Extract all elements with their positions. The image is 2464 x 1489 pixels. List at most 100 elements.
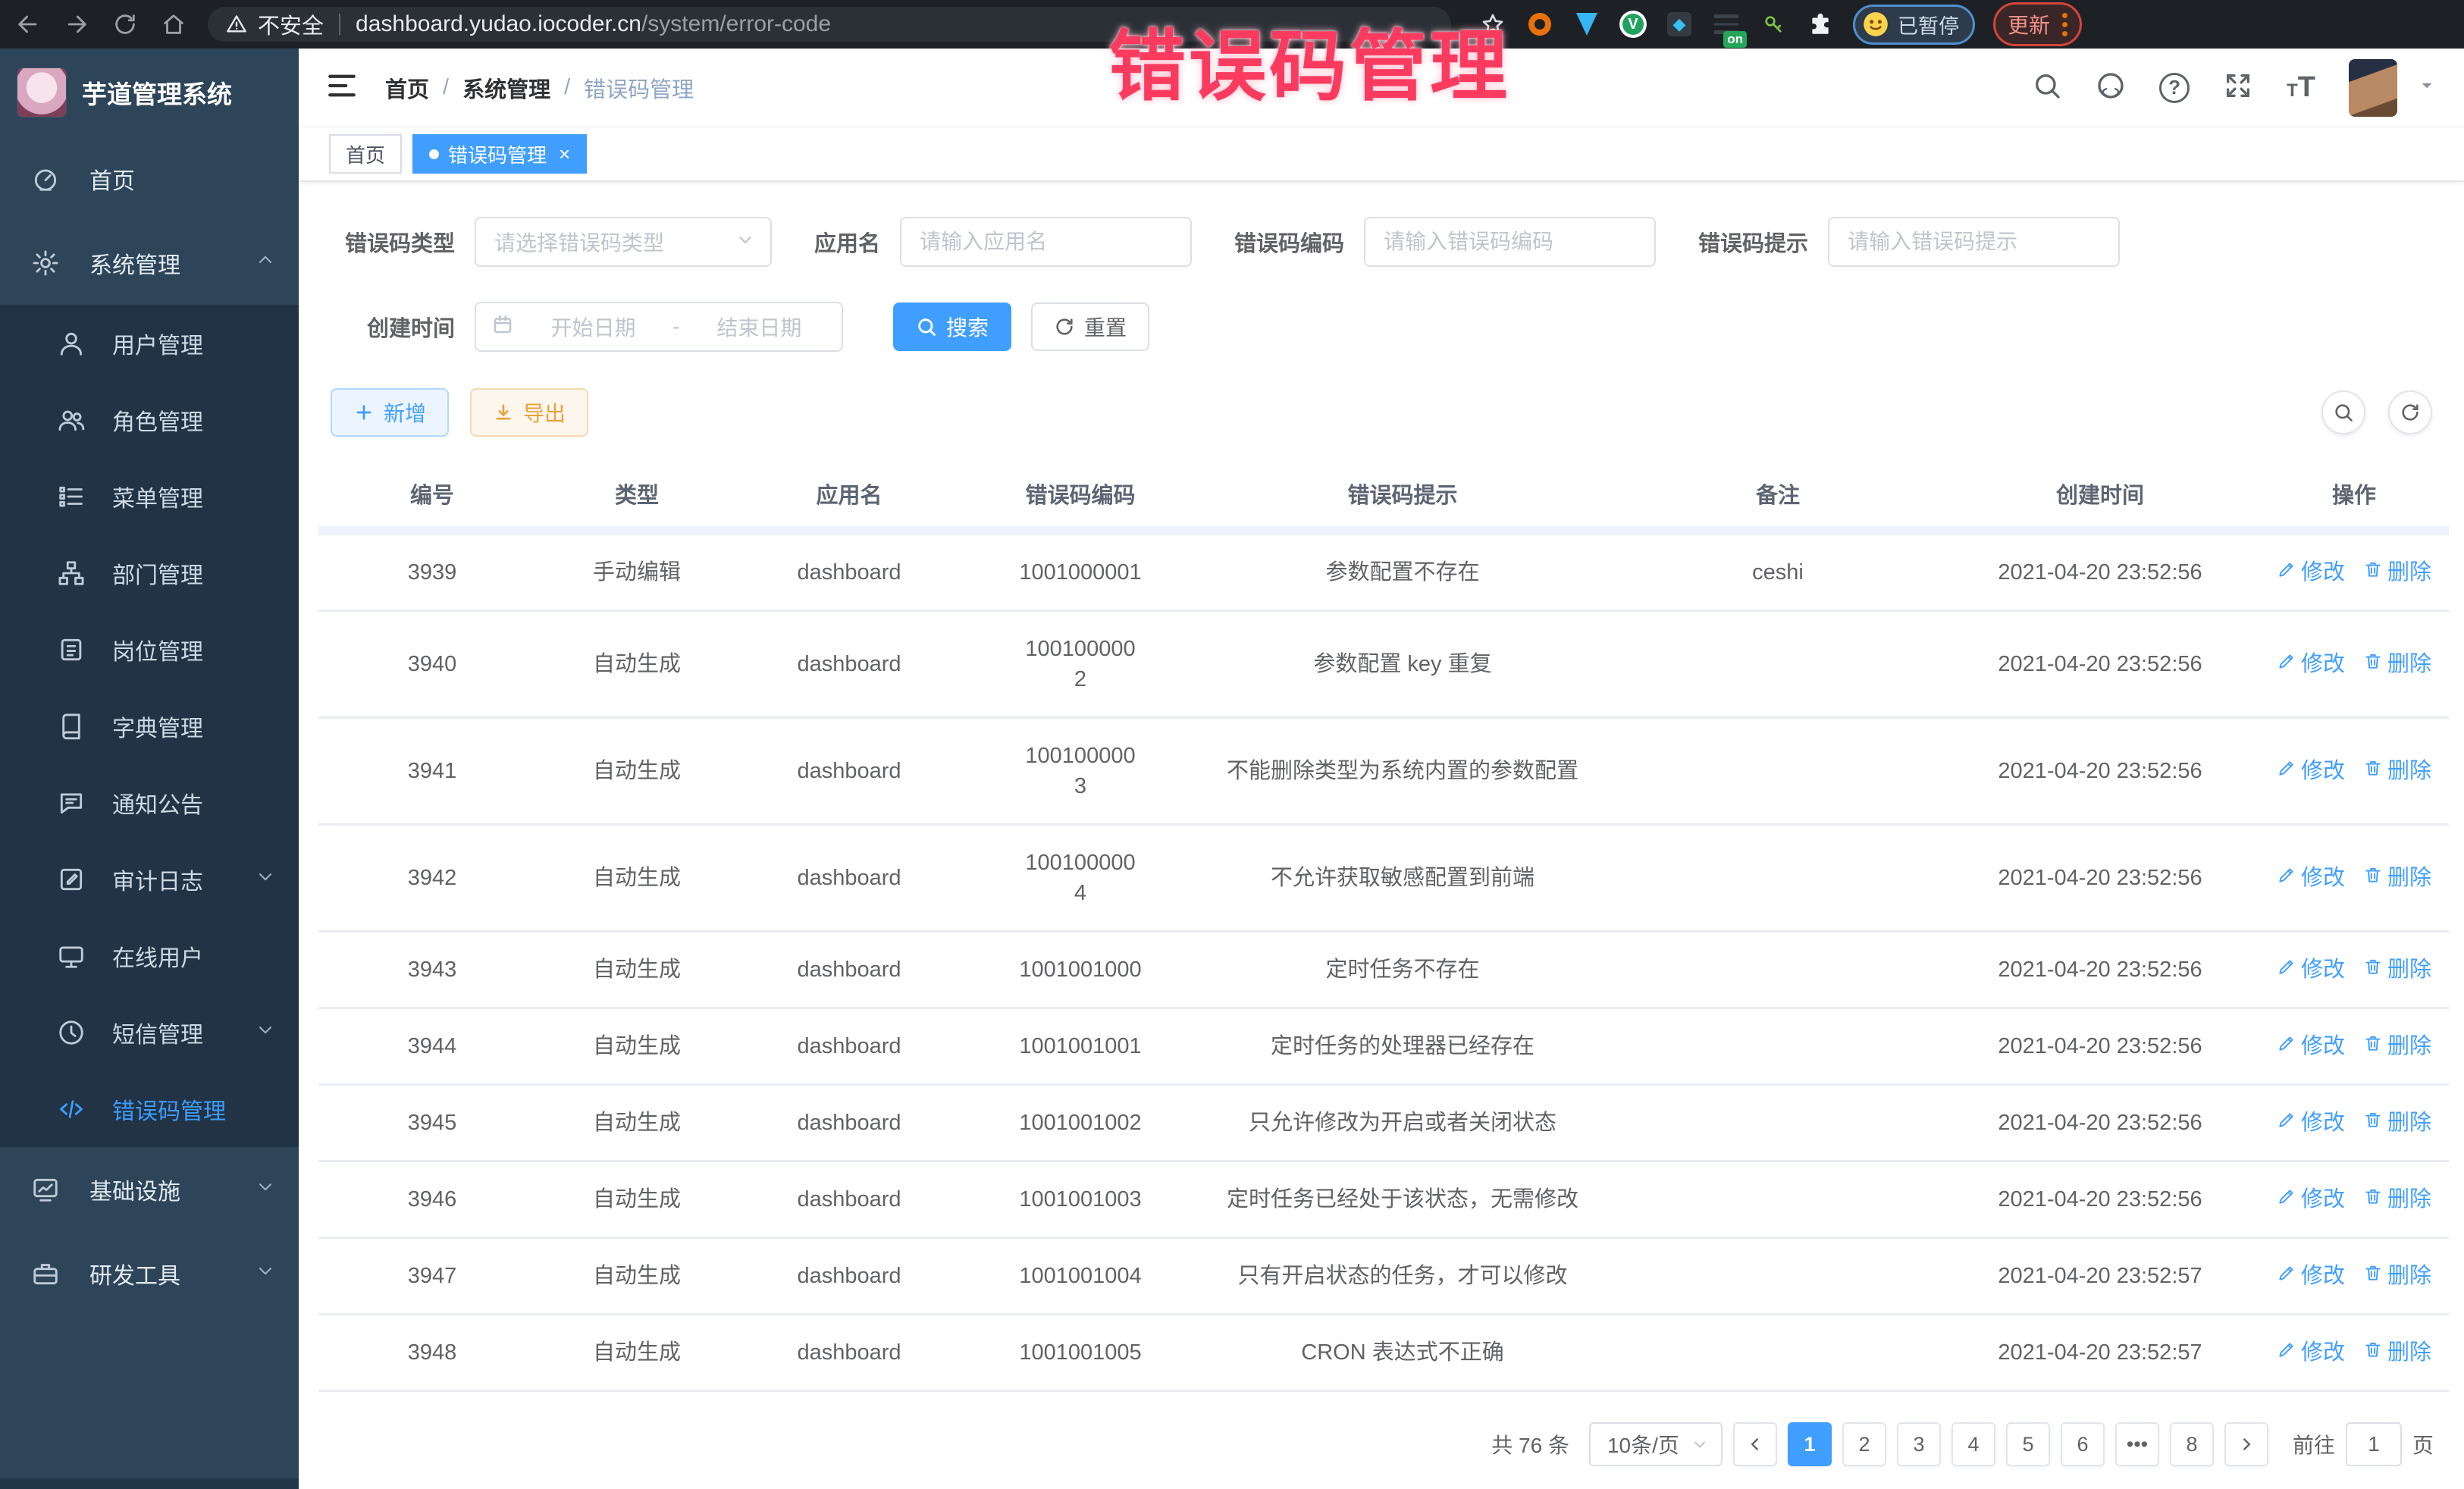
edit-link[interactable]: 修改 [2277,1184,2345,1215]
delete-link[interactable]: 删除 [2363,1261,2431,1291]
edit-link[interactable]: 修改 [2277,1031,2345,1061]
app-logo [17,67,67,118]
extension-switch-icon[interactable]: on [1712,10,1741,39]
user-avatar[interactable] [2349,59,2397,117]
security-label[interactable]: 不安全 [258,8,324,40]
edit-icon [2277,863,2296,893]
end-date-placeholder[interactable]: 结束日期 [692,312,826,342]
extension-key-icon[interactable] [1759,10,1788,39]
reset-button[interactable]: 重置 [1031,303,1149,351]
edit-link[interactable]: 修改 [2277,1261,2345,1291]
extension-v-icon[interactable]: V [1619,11,1647,38]
help-icon[interactable]: ? [2159,73,2190,103]
error-hint-input[interactable] [1829,218,2118,265]
breadcrumb-system[interactable]: 系统管理 [462,72,550,104]
sidebar-item-10[interactable]: 在线用户 [0,917,299,994]
extension-grid-icon[interactable]: ◆ [1665,10,1694,39]
sidebar-item-label: 系统管理 [89,246,255,280]
delete-link[interactable]: 删除 [2363,863,2431,893]
page-button-8[interactable]: 8 [2170,1422,2214,1466]
insecure-warning-icon[interactable] [226,14,247,35]
font-size-icon[interactable]: TT [2287,71,2315,104]
extensions-puzzle-icon[interactable] [1806,10,1835,39]
start-date-placeholder[interactable]: 开始日期 [526,312,660,342]
page-button-4[interactable]: 4 [1951,1422,1995,1466]
avatar-caret-down-icon[interactable] [2417,76,2437,99]
delete-icon [2363,756,2383,786]
sidebar-collapse-bar[interactable] [0,1478,299,1489]
sidebar-item-6[interactable]: 岗位管理 [0,611,299,688]
more-pages-button[interactable]: ••• [2115,1422,2159,1466]
extension-paused-badge[interactable]: 已暂停 [1853,5,1975,45]
hamburger-icon[interactable] [326,70,358,105]
fullscreen-icon[interactable] [2223,71,2253,105]
url-text[interactable]: dashboard.yudao.iocoder.cn/system/error-… [356,11,831,37]
address-bar[interactable]: 不安全 dashboard.yudao.iocoder.cn/system/er… [208,7,1451,42]
edit-link[interactable]: 修改 [2277,756,2345,786]
breadcrumb-home[interactable]: 首页 [385,72,429,104]
browser-reload-icon[interactable] [111,10,140,39]
sidebar-item-8[interactable]: 通知公告 [0,764,299,841]
sidebar-item-11[interactable]: 短信管理 [0,994,299,1071]
browser-back-icon[interactable] [14,10,42,39]
tab-error-code[interactable]: 错误码管理 × [412,134,587,174]
sidebar-item-4[interactable]: 菜单管理 [0,458,299,534]
goto-page-input[interactable] [2346,1422,2402,1466]
delete-link[interactable]: 删除 [2363,1337,2431,1368]
sidebar-item-0[interactable]: 首页 [0,136,299,221]
page-button-6[interactable]: 6 [2061,1422,2105,1466]
delete-link[interactable]: 删除 [2363,1031,2431,1061]
sidebar-item-14[interactable]: 研发工具 [0,1231,299,1315]
sidebar-item-2[interactable]: 用户管理 [0,305,299,381]
add-button[interactable]: 新增 [331,388,449,437]
page-button-3[interactable]: 3 [1897,1422,1941,1466]
browser-forward-icon[interactable] [62,10,91,39]
sidebar-item-12[interactable]: 错误码管理 [0,1071,299,1147]
refresh-icon [1054,316,1075,337]
edit-link[interactable]: 修改 [2277,649,2345,679]
tab-close-icon[interactable]: × [559,143,570,166]
sidebar-item-7[interactable]: 字典管理 [0,688,299,764]
sidebar-item-13[interactable]: 基础设施 [0,1147,299,1231]
toggle-search-button[interactable] [2321,390,2365,434]
refresh-table-button[interactable] [2388,390,2432,434]
page-button-2[interactable]: 2 [1842,1422,1886,1466]
search-button[interactable]: 搜索 [893,303,1011,351]
sidebar-item-1[interactable]: 系统管理 [0,221,299,305]
next-page-button[interactable] [2224,1422,2268,1466]
bookmark-star-icon[interactable] [1478,10,1507,39]
edit-link[interactable]: 修改 [2277,1337,2345,1368]
edit-link[interactable]: 修改 [2277,557,2345,588]
browser-home-icon[interactable] [159,10,188,39]
extension-gem-icon[interactable] [1572,10,1601,39]
header-search-icon[interactable] [2032,71,2062,105]
tab-home[interactable]: 首页 [329,134,402,174]
edit-link[interactable]: 修改 [2277,1108,2345,1138]
browser-menu-kebab-icon[interactable] [2062,13,2067,36]
delete-link[interactable]: 删除 [2363,649,2431,679]
export-button[interactable]: 导出 [470,388,588,437]
edit-link[interactable]: 修改 [2277,955,2345,985]
extension-orange-icon[interactable] [1525,10,1554,39]
delete-link[interactable]: 删除 [2363,955,2431,985]
sidebar-item-9[interactable]: 审计日志 [0,841,299,917]
error-type-select[interactable]: 请选择错误码类型 [475,217,772,267]
browser-update-button[interactable]: 更新 [1993,2,2082,46]
prev-page-button[interactable] [1733,1422,1777,1466]
sidebar-item-3[interactable]: 角色管理 [0,381,299,458]
delete-link[interactable]: 删除 [2363,1108,2431,1138]
delete-link[interactable]: 删除 [2363,756,2431,786]
delete-link[interactable]: 删除 [2363,557,2431,588]
page-button-1[interactable]: 1 [1788,1422,1832,1466]
delete-link[interactable]: 删除 [2363,1184,2431,1215]
sidebar-item-5[interactable]: 部门管理 [0,534,299,611]
date-range-picker[interactable]: 开始日期 - 结束日期 [475,302,843,352]
error-code-input[interactable] [1365,218,1654,265]
app-logo-row[interactable]: 芋道管理系统 [0,49,299,136]
page-size-select[interactable]: 10条/页 [1589,1422,1723,1466]
edit-link[interactable]: 修改 [2277,863,2345,893]
error-code-label: 错误码编码 [1234,226,1344,258]
app-name-input[interactable] [901,218,1190,265]
page-button-5[interactable]: 5 [2006,1422,2050,1466]
github-icon[interactable] [2096,71,2126,105]
